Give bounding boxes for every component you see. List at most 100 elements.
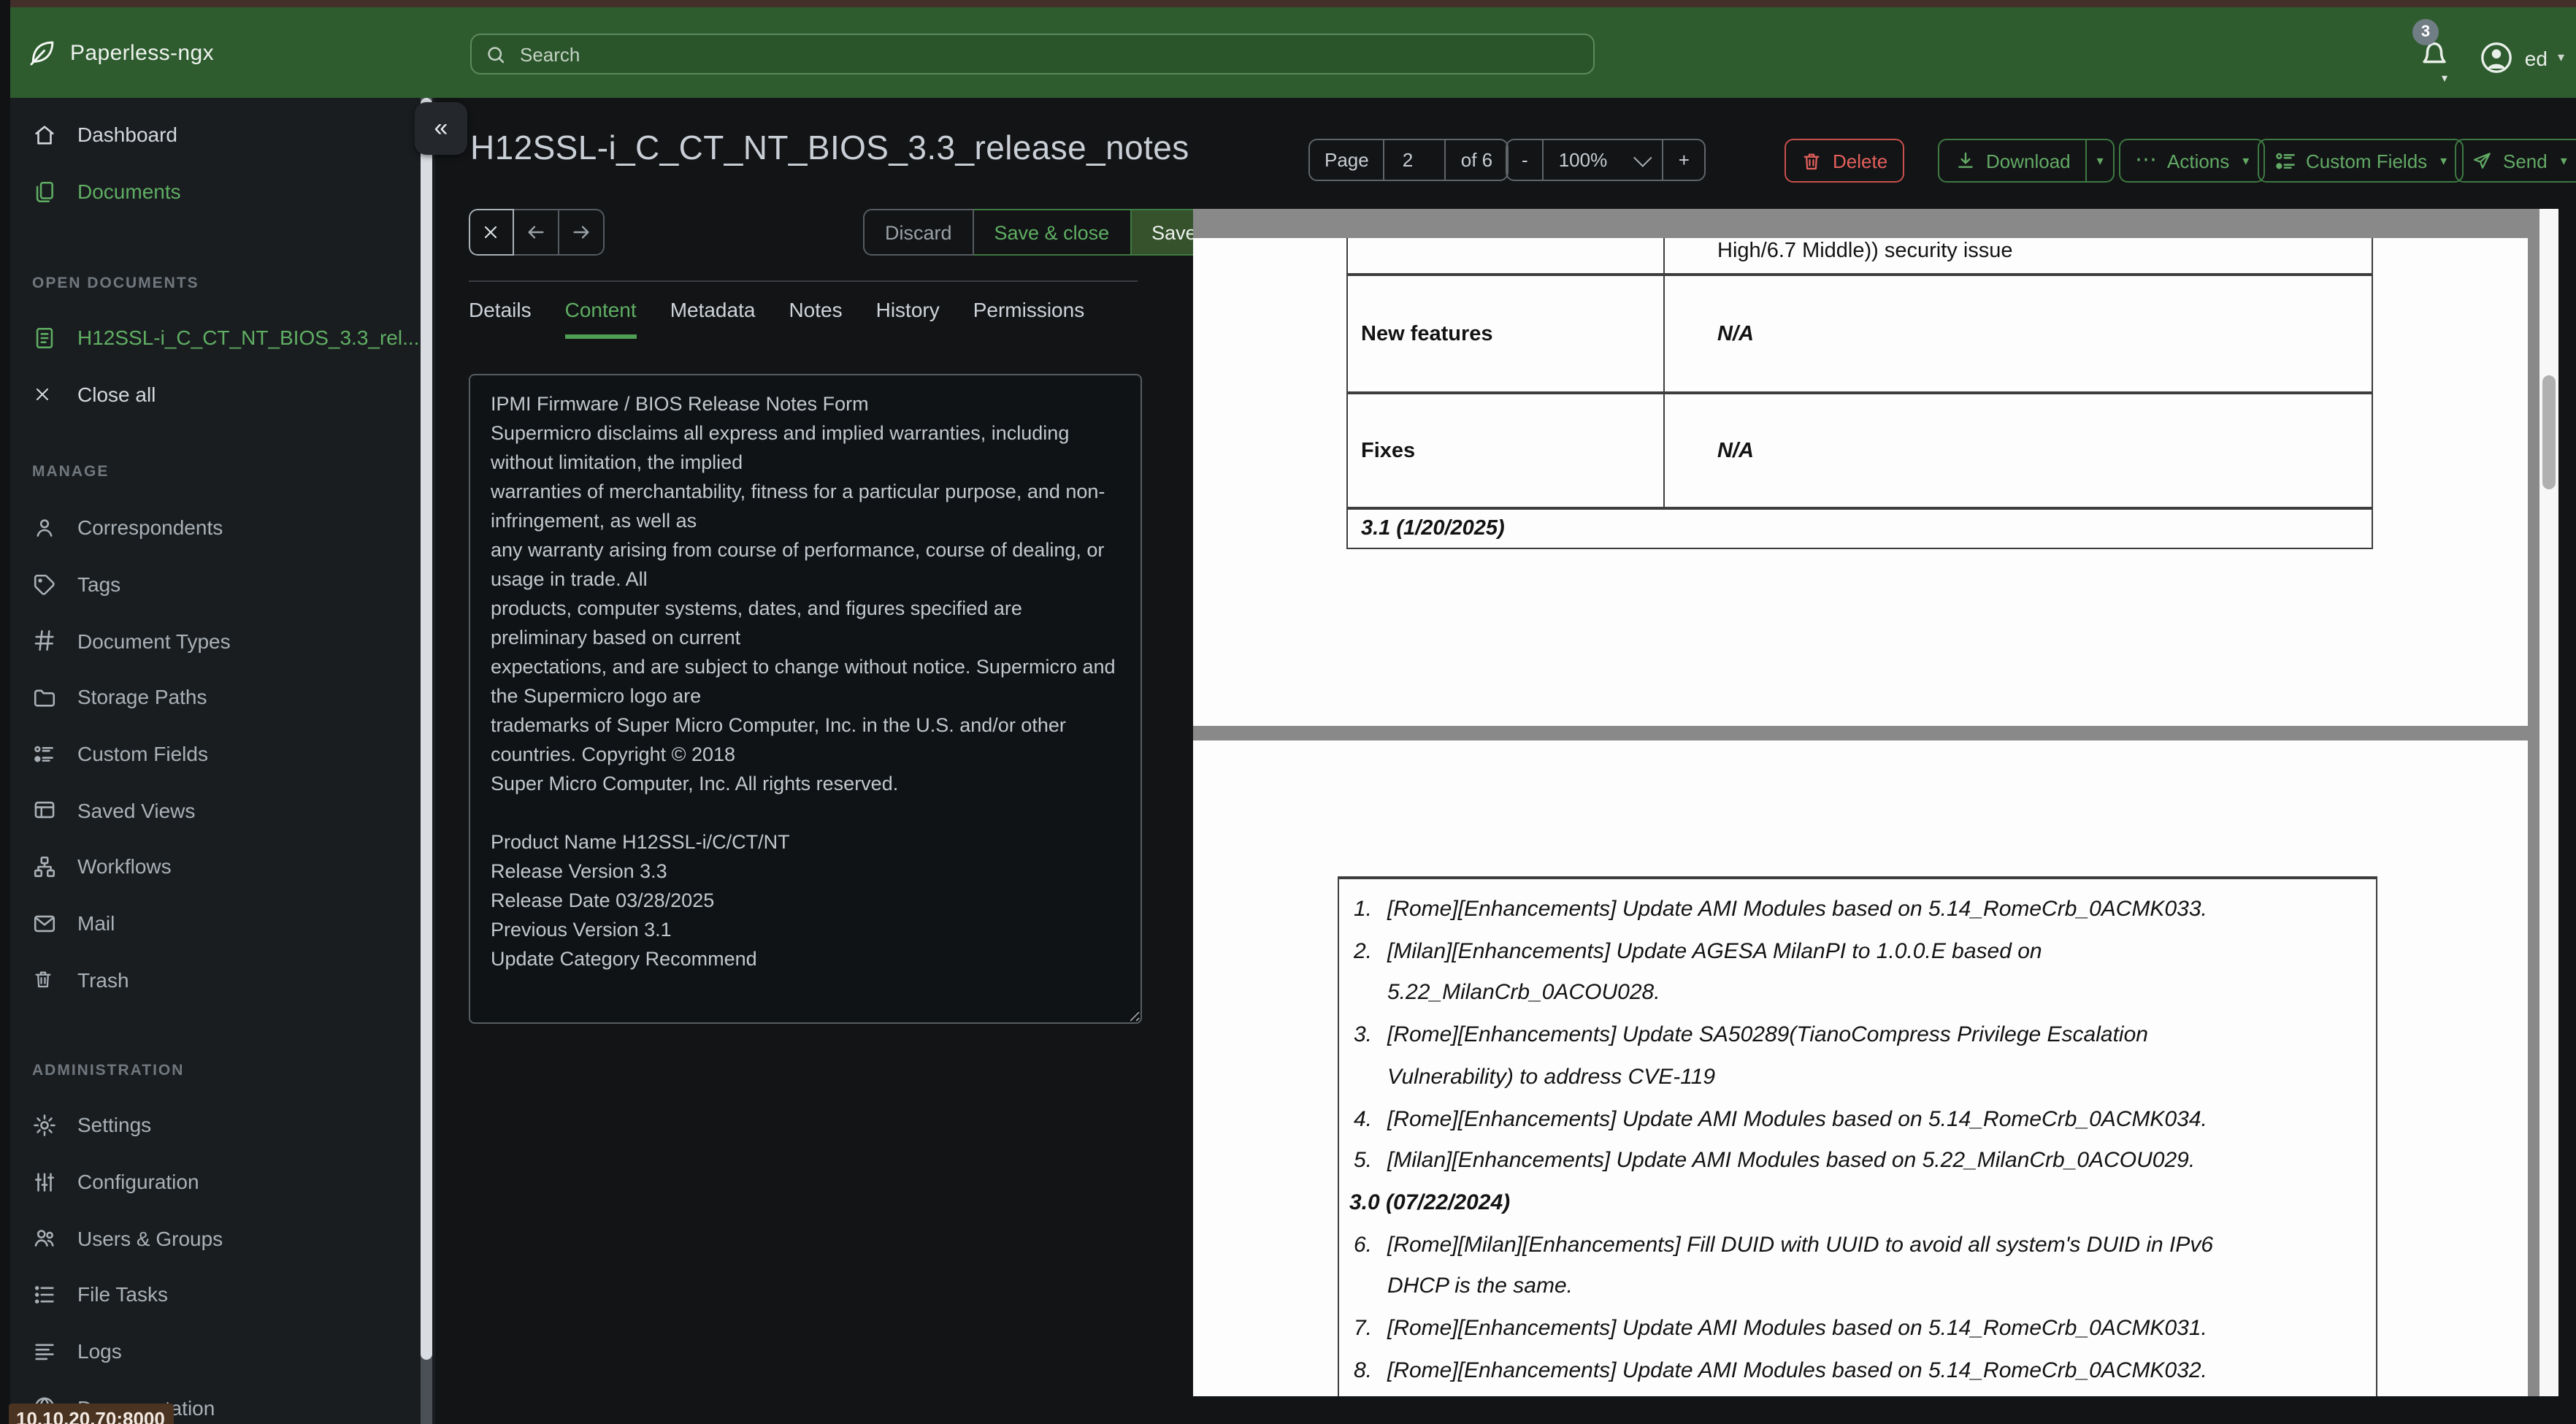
sidebar-item-document-types[interactable]: Document Types bbox=[0, 613, 423, 669]
next-document-button[interactable] bbox=[559, 209, 605, 256]
table-cell: 3.1 (1/20/2025) bbox=[1361, 517, 1505, 540]
save-button-group: Discard Save & close Save bbox=[863, 209, 1219, 256]
pdf-list-item: Vulnerability) to address CVE-119 bbox=[1387, 1064, 1716, 1090]
page-label: Page bbox=[1325, 149, 1369, 171]
person-icon bbox=[32, 516, 58, 540]
sidebar-item-dashboard[interactable]: Dashboard bbox=[0, 107, 423, 163]
previous-document-button[interactable] bbox=[514, 209, 559, 256]
table-row: New features N/A bbox=[1346, 276, 2373, 394]
search-input[interactable] bbox=[517, 42, 1580, 66]
global-search[interactable] bbox=[470, 34, 1595, 74]
sidebar-item-label: Tags bbox=[77, 573, 121, 597]
sidebar-item-configuration[interactable]: Configuration bbox=[0, 1153, 423, 1209]
pdf-list-item: 5. [Milan][Enhancements] Update AMI Modul… bbox=[1354, 1148, 2196, 1174]
download-caret-button[interactable]: ▾ bbox=[2085, 140, 2114, 181]
arrow-right-icon bbox=[570, 221, 593, 244]
tab-permissions[interactable]: Permissions bbox=[973, 298, 1085, 339]
zoom-level-dropdown[interactable]: 100% bbox=[1542, 140, 1663, 180]
sidebar-section-title-administration: ADMINISTRATION bbox=[32, 1062, 185, 1079]
sidebar-item-storage-paths[interactable]: Storage Paths bbox=[0, 669, 423, 725]
button-label: Delete bbox=[1833, 150, 1888, 172]
app-logo[interactable]: Paperless-ngx bbox=[26, 7, 214, 98]
sidebar-item-saved-views[interactable]: Saved Views bbox=[0, 782, 423, 838]
folder-icon bbox=[32, 685, 58, 710]
sidebar-item-label: Document Types bbox=[77, 629, 231, 653]
sidebar-item-close-all[interactable]: Close all bbox=[0, 366, 423, 422]
table-cell: New features bbox=[1348, 276, 1665, 391]
username-label: ed bbox=[2524, 46, 2548, 69]
send-button[interactable]: Send ▾ bbox=[2455, 139, 2576, 183]
sidebar-item-logs[interactable]: Logs bbox=[0, 1323, 423, 1379]
pdf-list-item: 1. [Rome][Enhancements] Update AMI Module… bbox=[1354, 897, 2207, 922]
search-icon bbox=[485, 43, 507, 65]
sidebar-item-h12ssl-i-c-ct-nt-bios-3-3-rel[interactable]: H12SSL-i_C_CT_NT_BIOS_3.3_rel... bbox=[0, 310, 423, 366]
zoom-in-button[interactable]: + bbox=[1662, 140, 1704, 180]
custom-fields-button[interactable]: Custom Fields ▾ bbox=[2258, 139, 2464, 183]
sidebar-item-settings[interactable]: Settings bbox=[0, 1097, 423, 1153]
sidebar-item-label: Trash bbox=[77, 968, 129, 992]
hash-icon bbox=[32, 628, 58, 653]
table-row: High/6.7 Middle)) security issue bbox=[1346, 238, 2373, 276]
trash-icon bbox=[1801, 150, 1822, 172]
table-row: Fixes N/A bbox=[1346, 394, 2373, 510]
download-button[interactable]: Download ▾ bbox=[1938, 139, 2115, 183]
tab-history[interactable]: History bbox=[876, 298, 940, 339]
close-icon bbox=[32, 384, 58, 405]
sidebar-item-label: Settings bbox=[77, 1113, 152, 1137]
sidebar-item-documents[interactable]: Documents bbox=[0, 163, 423, 219]
tag-icon bbox=[32, 572, 58, 597]
sidebar-item-tags[interactable]: Tags bbox=[0, 556, 423, 612]
sidebar-item-label: Custom Fields bbox=[77, 742, 208, 766]
zoom-out-button[interactable]: - bbox=[1507, 140, 1543, 180]
sidebar-scrollbar-thumb[interactable] bbox=[421, 98, 432, 1360]
sidebar-item-file-tasks[interactable]: File Tasks bbox=[0, 1266, 423, 1322]
sidebar-scrollbar[interactable] bbox=[421, 98, 432, 1424]
tab-metadata[interactable]: Metadata bbox=[670, 298, 756, 339]
button-label: Download bbox=[1986, 150, 2071, 172]
button-label: Actions bbox=[2167, 150, 2230, 172]
sidebar-item-label: Users & Groups bbox=[77, 1226, 223, 1250]
sidebar-section-title-manage: MANAGE bbox=[32, 463, 110, 481]
pdf-list-item: 4. [Rome][Enhancements] Update AMI Module… bbox=[1354, 1106, 2207, 1132]
sidebar-nav-block: Correspondents Tags Document Types Storage … bbox=[0, 499, 423, 1008]
tab-content[interactable]: Content bbox=[564, 298, 637, 339]
editor-nav-group bbox=[469, 209, 605, 256]
sidebar-nav-block: Dashboard Documents bbox=[0, 107, 423, 220]
actions-button[interactable]: ⋯ Actions ▾ bbox=[2119, 139, 2266, 183]
page-number-cell bbox=[1383, 140, 1445, 180]
caret-down-icon: ▾ bbox=[2440, 153, 2447, 167]
page-control: Page of 6 bbox=[1308, 139, 1509, 181]
document-content-textarea[interactable]: IPMI Firmware / BIOS Release Notes Form … bbox=[469, 374, 1142, 1024]
table-cell: N/A bbox=[1717, 439, 1754, 462]
delete-button[interactable]: Delete bbox=[1785, 139, 1904, 183]
pdf-viewer[interactable]: High/6.7 Middle)) security issue New fea… bbox=[1193, 209, 2558, 1396]
sidebar-item-users-groups[interactable]: Users & Groups bbox=[0, 1210, 423, 1266]
brand-name: Paperless-ngx bbox=[70, 40, 214, 65]
sidebar-collapse-button[interactable]: « bbox=[415, 102, 467, 155]
page-number-input[interactable] bbox=[1399, 148, 1430, 172]
custom-fields-icon bbox=[32, 741, 58, 766]
page-title: H12SSL-i_C_CT_NT_BIOS_3.3_release_notes bbox=[470, 129, 1189, 166]
tab-notes[interactable]: Notes bbox=[789, 298, 842, 339]
ellipsis-icon: ⋯ bbox=[2135, 148, 2158, 172]
table-cell: High/6.7 Middle)) security issue bbox=[1717, 240, 2013, 263]
discard-button[interactable]: Discard bbox=[863, 209, 974, 256]
sidebar-item-trash[interactable]: Trash bbox=[0, 952, 423, 1008]
sidebar-item-label: Configuration bbox=[77, 1170, 199, 1194]
pdf-scrollbar-thumb[interactable] bbox=[2542, 375, 2556, 489]
tab-details[interactable]: Details bbox=[469, 298, 532, 339]
sidebar-item-label: Correspondents bbox=[77, 516, 223, 540]
avatar-icon bbox=[2478, 39, 2515, 76]
app-header: Paperless-ngx 3 ▾ ed ▾ bbox=[0, 7, 2576, 98]
close-document-button[interactable] bbox=[469, 209, 514, 256]
sidebar-item-correspondents[interactable]: Correspondents bbox=[0, 499, 423, 556]
sidebar-item-workflows[interactable]: Workflows bbox=[0, 838, 423, 895]
sidebar-item-label: Documents bbox=[77, 180, 181, 204]
app-window: Paperless-ngx 3 ▾ ed ▾ Da bbox=[0, 0, 2576, 1424]
pdf-page-2: 1. [Rome][Enhancements] Update AMI Module… bbox=[1193, 740, 2528, 1396]
pdf-scrollbar[interactable] bbox=[2539, 209, 2558, 1396]
save-close-button[interactable]: Save & close bbox=[973, 209, 1132, 256]
sidebar-item-custom-fields[interactable]: Custom Fields bbox=[0, 726, 423, 782]
sidebar-item-mail[interactable]: Mail bbox=[0, 895, 423, 952]
user-menu[interactable]: ed ▾ bbox=[2478, 39, 2564, 76]
